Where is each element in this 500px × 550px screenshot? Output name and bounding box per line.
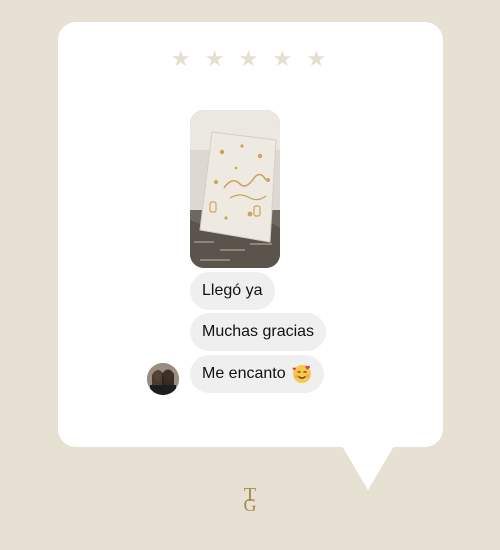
star-icon: ★: [238, 46, 263, 71]
avatar[interactable]: [147, 363, 179, 395]
message-photo[interactable]: [190, 110, 280, 268]
star-icon: ★: [306, 46, 331, 71]
star-icon: ★: [272, 46, 297, 71]
star-rating: ★ ★ ★ ★ ★: [58, 46, 443, 72]
speech-bubble-tail: [342, 446, 394, 490]
monogram-letter-bottom: G: [243, 495, 257, 515]
chat-bubble: Me encanto: [190, 355, 324, 393]
message-text: Muchas gracias: [202, 323, 315, 340]
chat-bubble: Llegó ya: [190, 272, 275, 310]
star-icon: ★: [204, 46, 229, 71]
gift-box-photo: [190, 110, 280, 268]
smiling-face-with-hearts-icon: [292, 364, 312, 384]
review-card: ★ ★ ★ ★ ★ Llegó ya Muchas gracias Me enc…: [58, 22, 443, 447]
message-text: Me encanto: [202, 365, 286, 382]
brand-monogram: T G: [236, 484, 264, 516]
chat-bubble: Muchas gracias: [190, 313, 327, 351]
message-text: Llegó ya: [202, 282, 263, 299]
star-icon: ★: [170, 46, 195, 71]
